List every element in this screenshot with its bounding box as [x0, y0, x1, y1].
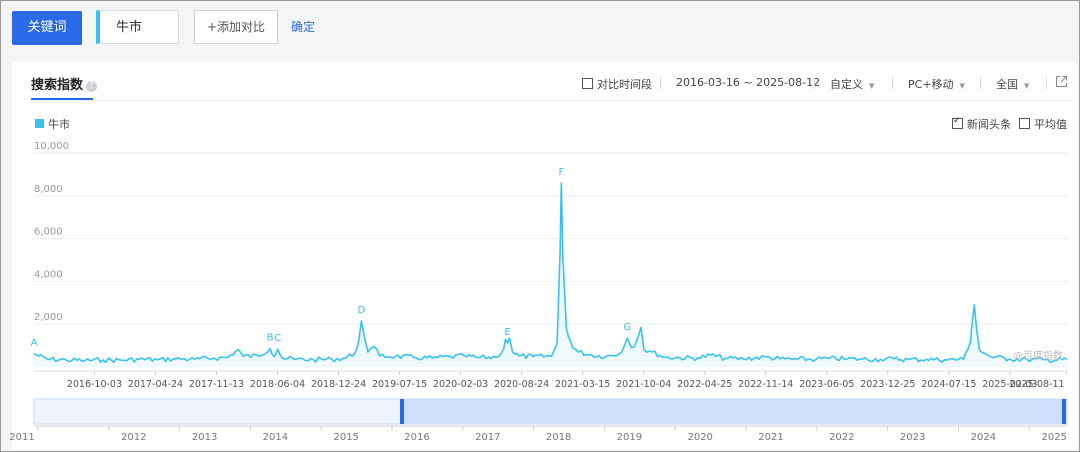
x-tick-label: 2021-03-15: [555, 379, 610, 390]
x-tick-label: 2020-08-24: [494, 379, 549, 390]
y-axis-labels: 10,000 8,000 6,000 4,000 2,000: [34, 141, 69, 323]
news-marker-c: C: [274, 333, 281, 344]
y-tick-label: 4,000: [34, 269, 63, 280]
x-axis-labels: 2016-10-03 2017-04-24 2017-11-13 2018-06-04…: [67, 371, 1068, 390]
year-label: 2023: [900, 432, 925, 443]
year-label: 2019: [617, 432, 642, 443]
year-label: 2016: [404, 432, 429, 443]
x-tick-label: 2023-12-25: [860, 379, 915, 390]
watermark: @百度指数: [1013, 349, 1063, 362]
news-marker-g: G: [623, 322, 631, 333]
x-tick-label: 2022-11-14: [738, 379, 793, 390]
y-tick-label: 10,000: [34, 141, 69, 152]
year-label: 2014: [263, 432, 288, 443]
news-marker-f: F: [558, 167, 564, 178]
year-label: 2013: [192, 432, 217, 443]
range-handle-left[interactable]: [400, 399, 404, 424]
year-label: 2012: [121, 432, 146, 443]
x-tick-label: 2018-06-04: [250, 379, 305, 390]
year-label: 2018: [546, 432, 571, 443]
year-label: 2025: [1041, 432, 1066, 443]
range-year-labels: 2011 2012 2013 2014 2015 2016 2017 2018 2019 2020…: [9, 426, 1067, 443]
news-marker-e: E: [504, 327, 510, 338]
x-tick-label: 2021-10-04: [616, 379, 671, 390]
range-handle-right[interactable]: [1062, 399, 1066, 424]
year-label: 2024: [971, 432, 996, 443]
x-tick-label: 2017-11-13: [189, 379, 244, 390]
year-label: 2020: [687, 432, 712, 443]
x-tick-label: 2024-07-15: [921, 379, 976, 390]
y-tick-label: 8,000: [34, 184, 63, 195]
news-marker-d: D: [358, 305, 366, 316]
x-tick-label: 2025-08-11: [1009, 379, 1064, 390]
x-tick-label: 2022-04-25: [677, 379, 732, 390]
x-tick-label: 2018-12-24: [311, 379, 366, 390]
year-label: 2021: [758, 432, 783, 443]
series-area: [34, 183, 1067, 367]
search-index-chart: 10,0008,0006,0004,0002,000 2016-10-03 201…: [9, 141, 1068, 443]
app-window: 关键词 牛市 +添加对比 确定 搜索指数? 对比时间段 2016-03-16 ~…: [0, 0, 1080, 452]
x-tick-label: 2023-06-05: [799, 379, 854, 390]
year-label: 2011: [9, 432, 34, 443]
y-tick-label: 2,000: [34, 312, 63, 323]
news-annotations: A B C D E F G: [31, 167, 631, 349]
y-tick-label: 6,000: [34, 227, 63, 238]
x-tick-label: 2020-02-03: [433, 379, 488, 390]
news-marker-a: A: [31, 338, 38, 349]
range-slider-selection[interactable]: [402, 399, 1065, 424]
chart-grid: [34, 152, 1067, 372]
year-label: 2015: [333, 432, 358, 443]
news-marker-b: B: [267, 333, 274, 344]
x-tick-label: 2017-04-24: [128, 379, 183, 390]
series-line: [33, 182, 1068, 364]
x-tick-label: 2016-10-03: [67, 379, 122, 390]
x-tick-label: 2019-07-15: [372, 379, 427, 390]
year-label: 2017: [475, 432, 500, 443]
year-label: 2022: [829, 432, 854, 443]
